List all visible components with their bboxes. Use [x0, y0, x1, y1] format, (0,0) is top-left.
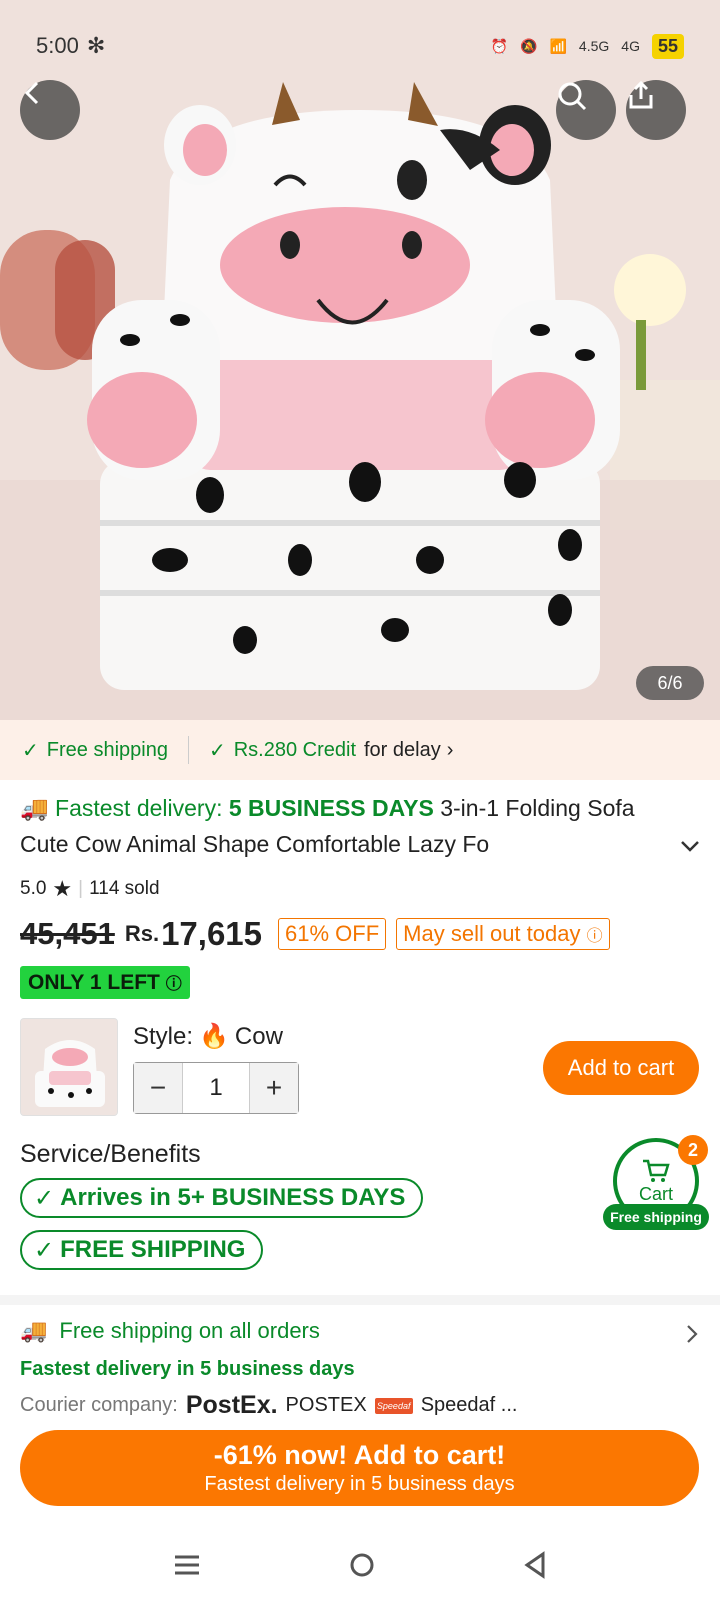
sell-out-badge[interactable]: May sell out today ⓘ	[396, 918, 610, 950]
battery-indicator: 55	[651, 33, 684, 59]
cta-line1: -61% now! Add to cart!	[213, 1440, 506, 1470]
share-icon	[629, 80, 653, 109]
help-icon: ⓘ	[165, 976, 182, 993]
decrement-button[interactable]: −	[134, 1063, 182, 1113]
check-icon: ✓	[34, 1236, 55, 1264]
title-fade	[500, 836, 660, 872]
fast-delivery-text: Fastest delivery in 5 business days	[20, 1358, 355, 1380]
status-bar: 5:00 ✻ ⏰ 🔕 📶 4.5G 4G 55	[0, 0, 720, 92]
chevron-down-icon[interactable]	[678, 834, 702, 858]
back-button[interactable]	[20, 80, 80, 140]
free-shipping-all-orders: Free shipping on all orders	[59, 1318, 320, 1343]
system-nav-bar	[0, 1530, 720, 1600]
price-row: 45,451 Rs. 17,615 61% OFF May sell out t…	[20, 915, 610, 953]
free-shipping-badge: ✓ FREE SHIPPING	[20, 1230, 264, 1270]
title-delivery-days: 5 BUSINESS DAYS	[228, 795, 434, 821]
quantity-value[interactable]: 1	[182, 1063, 250, 1113]
wifi-icon: 📶	[549, 37, 567, 54]
divider: |	[78, 878, 84, 899]
menu-icon[interactable]	[173, 1553, 201, 1577]
current-price: 17,615	[161, 915, 263, 952]
mute-icon: 🔕	[520, 37, 538, 54]
original-price: 45,451	[20, 916, 115, 951]
arrival-badge: ✓ Arrives in 5+ BUSINESS DAYS	[20, 1178, 424, 1218]
rating-row[interactable]: 5.0 ★ | 114 sold	[20, 876, 160, 902]
fan-icon: ✻	[86, 33, 106, 58]
service-title: Service/Benefits	[20, 1140, 201, 1168]
network-label-2: 4G	[621, 38, 640, 54]
speedaf-logo: Speedaf	[374, 1397, 413, 1414]
cart-label: Cart	[638, 1183, 673, 1204]
flame-icon: 🔥	[199, 1023, 229, 1050]
stock-badge[interactable]: ONLY 1 LEFT ⓘ	[20, 966, 190, 999]
back-triangle-icon[interactable]	[523, 1551, 547, 1579]
search-icon	[558, 82, 587, 111]
add-to-cart-button[interactable]: Add to cart	[543, 1041, 699, 1095]
check-icon: ✓	[208, 739, 226, 762]
home-circle-icon[interactable]	[348, 1551, 376, 1579]
cart-free-shipping-tag: Free shipping	[603, 1204, 709, 1230]
thumbnail-image	[21, 1019, 117, 1115]
cart-count-badge: 2	[678, 1135, 708, 1165]
style-value: Cow	[234, 1022, 283, 1050]
discount-badge: 61% OFF	[278, 918, 387, 950]
product-page: 5:00 ✻ ⏰ 🔕 📶 4.5G 4G 55 6/6 ✓ Free shipp…	[0, 0, 720, 1600]
rating-value: 5.0	[20, 878, 47, 899]
postex-logo: PostEx.	[185, 1391, 278, 1419]
quantity-stepper: − 1 +	[133, 1062, 299, 1114]
share-button[interactable]	[626, 80, 686, 140]
style-label: Style:	[133, 1022, 194, 1050]
section-separator	[0, 1295, 720, 1305]
sold-count: 114 sold	[89, 878, 160, 899]
shipping-info-section[interactable]: 🚚 Free shipping on all orders Fastest de…	[20, 1318, 700, 1420]
chevron-right-icon	[687, 1325, 698, 1343]
credit-suffix: for delay	[364, 738, 441, 761]
alarm-icon: ⏰	[490, 37, 509, 54]
network-label-1: 4.5G	[578, 38, 610, 54]
variant-thumbnail[interactable]	[20, 1018, 118, 1116]
bottom-add-to-cart-button[interactable]: -61% now! Add to cart! Fastest delivery …	[20, 1430, 699, 1506]
free-shipping-text: Free shipping	[46, 738, 168, 761]
check-icon: ✓	[34, 1184, 55, 1212]
courier-postex: POSTEX	[285, 1394, 367, 1416]
stock-text: ONLY 1 LEFT	[28, 971, 160, 994]
arrival-text: Arrives in 5+ BUSINESS DAYS	[60, 1184, 406, 1211]
benefit-strip[interactable]: ✓ Free shipping ✓ Rs.280 Credit for dela…	[0, 720, 720, 780]
cart-icon	[643, 1159, 670, 1182]
status-time: 5:00	[36, 33, 79, 58]
fast-delivery-truck-icon: 🚚	[20, 795, 49, 821]
search-button[interactable]	[556, 80, 616, 140]
cta-line2: Fastest delivery in 5 business days	[204, 1473, 515, 1495]
divider	[187, 736, 189, 764]
free-shipping-badge-text: FREE SHIPPING	[60, 1236, 246, 1263]
sell-out-text: May sell out today	[403, 921, 581, 946]
star-icon: ★	[52, 876, 73, 901]
title-delivery-prefix: Fastest delivery:	[55, 795, 229, 821]
truck-icon: 🚚	[20, 1318, 48, 1343]
product-image-gallery[interactable]: 5:00 ✻ ⏰ 🔕 📶 4.5G 4G 55 6/6	[0, 0, 720, 720]
check-icon: ✓	[22, 739, 39, 762]
currency-symbol: Rs.	[124, 921, 160, 946]
credit-text: Rs.280 Credit	[233, 738, 356, 761]
courier-speedaf: Speedaf ...	[420, 1394, 518, 1416]
increment-button[interactable]: +	[250, 1063, 298, 1113]
image-counter: 6/6	[636, 666, 704, 700]
courier-label: Courier company:	[20, 1394, 178, 1416]
help-icon: ⓘ	[586, 928, 603, 945]
chevron-right-icon: ›	[446, 738, 454, 761]
back-arrow-icon	[24, 81, 39, 105]
style-selector[interactable]: Style: 🔥 Cow	[133, 1022, 283, 1051]
